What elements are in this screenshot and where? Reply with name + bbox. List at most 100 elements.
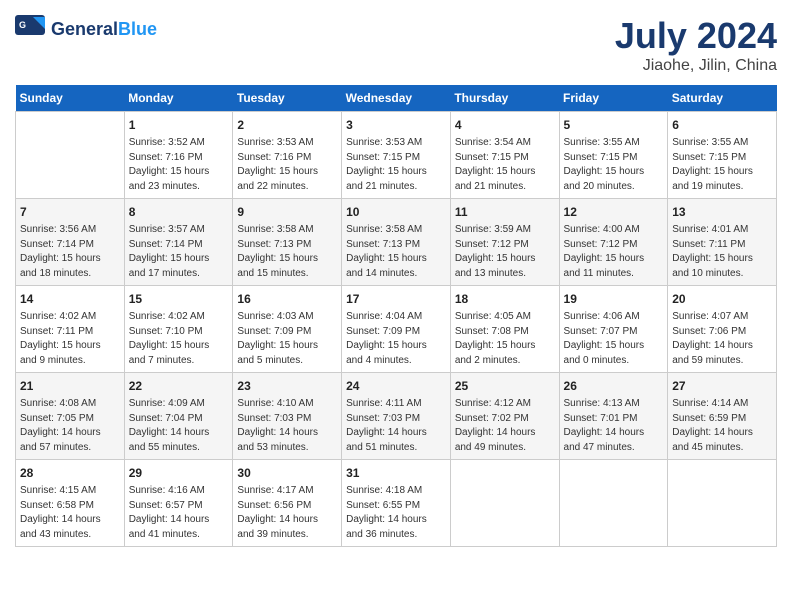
day-info: Sunrise: 4:17 AM Sunset: 6:56 PM Dayligh… (237, 484, 337, 542)
day-number: 23 (237, 377, 337, 395)
calendar-cell: 6Sunrise: 3:55 AM Sunset: 7:15 PM Daylig… (668, 112, 777, 199)
day-info: Sunrise: 3:53 AM Sunset: 7:15 PM Dayligh… (346, 136, 446, 194)
day-info: Sunrise: 4:12 AM Sunset: 7:02 PM Dayligh… (455, 397, 555, 455)
day-number: 18 (455, 290, 555, 308)
calendar-week-row: 21 Sunrise: 4:08 AM Sunset: 7:05 PM Dayli… (16, 373, 777, 460)
day-number: 21 (20, 377, 120, 395)
calendar-cell: 15Sunrise: 4:02 AM Sunset: 7:10 PM Dayli… (124, 286, 233, 373)
day-number: 31 (346, 464, 446, 482)
col-saturday: Saturday (668, 85, 777, 112)
day-info: Sunrise: 4:08 AM Sunset: 7:05 PM Dayligh… (20, 397, 120, 455)
day-number: 7 (20, 203, 120, 221)
calendar-cell: 9 Sunrise: 3:58 AM Sunset: 7:13 PM Daylig… (233, 199, 342, 286)
calendar-cell: 26 Sunrise: 4:13 AM Sunset: 7:01 PM Dayli… (559, 373, 668, 460)
col-thursday: Thursday (450, 85, 559, 112)
day-info: Sunrise: 4:07 AM Sunset: 7:06 PM Dayligh… (672, 310, 772, 368)
day-info: Sunrise: 4:15 AM Sunset: 6:58 PM Dayligh… (20, 484, 120, 542)
day-number: 14 (20, 290, 120, 308)
day-info: Sunrise: 4:18 AM Sunset: 6:55 PM Dayligh… (346, 484, 446, 542)
day-info: Sunrise: 4:05 AM Sunset: 7:08 PM Dayligh… (455, 310, 555, 368)
day-info: Sunrise: 3:54 AM Sunset: 7:15 PM Dayligh… (455, 136, 555, 194)
col-sunday: Sunday (16, 85, 125, 112)
calendar-cell: 25 Sunrise: 4:12 AM Sunset: 7:02 PM Dayli… (450, 373, 559, 460)
day-number: 3 (346, 116, 446, 134)
calendar-week-row: 1 Sunrise: 3:52 AM Sunset: 7:16 PM Daylig… (16, 112, 777, 199)
day-number: 26 (564, 377, 664, 395)
calendar-cell (668, 460, 777, 547)
calendar-cell: 28 Sunrise: 4:15 AM Sunset: 6:58 PM Dayli… (16, 460, 125, 547)
day-info: Sunrise: 4:00 AM Sunset: 7:12 PM Dayligh… (564, 223, 664, 281)
day-number: 11 (455, 203, 555, 221)
day-number: 8 (129, 203, 229, 221)
calendar-cell: 17 Sunrise: 4:04 AM Sunset: 7:09 PM Dayli… (342, 286, 451, 373)
day-info: Sunrise: 3:55 AM Sunset: 7:15 PM Dayligh… (564, 136, 664, 194)
day-number: 1 (129, 116, 229, 134)
calendar-cell (16, 112, 125, 199)
day-info: Sunrise: 3:53 AM Sunset: 7:16 PM Dayligh… (237, 136, 337, 194)
day-info: Sunrise: 4:11 AM Sunset: 7:03 PM Dayligh… (346, 397, 446, 455)
calendar-cell: 16 Sunrise: 4:03 AM Sunset: 7:09 PM Dayli… (233, 286, 342, 373)
calendar-cell: 18 Sunrise: 4:05 AM Sunset: 7:08 PM Dayli… (450, 286, 559, 373)
calendar-week-row: 14Sunrise: 4:02 AM Sunset: 7:11 PM Dayli… (16, 286, 777, 373)
day-number: 13 (672, 203, 772, 221)
calendar-cell: 8 Sunrise: 3:57 AM Sunset: 7:14 PM Daylig… (124, 199, 233, 286)
day-info: Sunrise: 4:10 AM Sunset: 7:03 PM Dayligh… (237, 397, 337, 455)
day-info: Sunrise: 3:56 AM Sunset: 7:14 PM Dayligh… (20, 223, 120, 281)
calendar-cell: 20 Sunrise: 4:07 AM Sunset: 7:06 PM Dayli… (668, 286, 777, 373)
day-info: Sunrise: 3:58 AM Sunset: 7:13 PM Dayligh… (237, 223, 337, 281)
day-info: Sunrise: 3:57 AM Sunset: 7:14 PM Dayligh… (129, 223, 229, 281)
calendar-cell: 1 Sunrise: 3:52 AM Sunset: 7:16 PM Daylig… (124, 112, 233, 199)
calendar-cell: 21 Sunrise: 4:08 AM Sunset: 7:05 PM Dayli… (16, 373, 125, 460)
calendar-cell: 2 Sunrise: 3:53 AM Sunset: 7:16 PM Daylig… (233, 112, 342, 199)
day-number: 17 (346, 290, 446, 308)
day-info: Sunrise: 4:01 AM Sunset: 7:11 PM Dayligh… (672, 223, 772, 281)
calendar-cell: 27Sunrise: 4:14 AM Sunset: 6:59 PM Dayli… (668, 373, 777, 460)
calendar-cell: 5Sunrise: 3:55 AM Sunset: 7:15 PM Daylig… (559, 112, 668, 199)
day-number: 27 (672, 377, 772, 395)
calendar-cell: 29Sunrise: 4:16 AM Sunset: 6:57 PM Dayli… (124, 460, 233, 547)
day-number: 9 (237, 203, 337, 221)
title-block: July 2024 Jiaohe, Jilin, China (615, 15, 777, 75)
day-info: Sunrise: 4:13 AM Sunset: 7:01 PM Dayligh… (564, 397, 664, 455)
calendar-cell: 14Sunrise: 4:02 AM Sunset: 7:11 PM Dayli… (16, 286, 125, 373)
day-info: Sunrise: 3:52 AM Sunset: 7:16 PM Dayligh… (129, 136, 229, 194)
calendar-cell: 24 Sunrise: 4:11 AM Sunset: 7:03 PM Dayli… (342, 373, 451, 460)
day-number: 25 (455, 377, 555, 395)
calendar-cell: 7 Sunrise: 3:56 AM Sunset: 7:14 PM Daylig… (16, 199, 125, 286)
day-info: Sunrise: 4:03 AM Sunset: 7:09 PM Dayligh… (237, 310, 337, 368)
col-tuesday: Tuesday (233, 85, 342, 112)
calendar-cell: 3 Sunrise: 3:53 AM Sunset: 7:15 PM Daylig… (342, 112, 451, 199)
calendar-cell: 30Sunrise: 4:17 AM Sunset: 6:56 PM Dayli… (233, 460, 342, 547)
day-number: 4 (455, 116, 555, 134)
day-info: Sunrise: 3:58 AM Sunset: 7:13 PM Dayligh… (346, 223, 446, 281)
calendar-cell: 31 Sunrise: 4:18 AM Sunset: 6:55 PM Dayli… (342, 460, 451, 547)
location: Jiaohe, Jilin, China (615, 57, 777, 75)
day-info: Sunrise: 4:04 AM Sunset: 7:09 PM Dayligh… (346, 310, 446, 368)
day-number: 16 (237, 290, 337, 308)
day-info: Sunrise: 4:02 AM Sunset: 7:10 PM Dayligh… (129, 310, 229, 368)
page-header: G GeneralBlue July 2024 Jiaohe, Jilin, C… (15, 15, 777, 75)
day-number: 19 (564, 290, 664, 308)
day-number: 20 (672, 290, 772, 308)
day-number: 28 (20, 464, 120, 482)
svg-text:G: G (19, 20, 26, 30)
day-number: 2 (237, 116, 337, 134)
day-number: 24 (346, 377, 446, 395)
day-number: 22 (129, 377, 229, 395)
day-info: Sunrise: 3:55 AM Sunset: 7:15 PM Dayligh… (672, 136, 772, 194)
col-wednesday: Wednesday (342, 85, 451, 112)
day-number: 12 (564, 203, 664, 221)
logo-blue: Blue (118, 19, 157, 39)
calendar-cell (450, 460, 559, 547)
day-number: 10 (346, 203, 446, 221)
calendar-cell: 4 Sunrise: 3:54 AM Sunset: 7:15 PM Daylig… (450, 112, 559, 199)
logo-general: General (51, 19, 118, 39)
calendar-cell: 12 Sunrise: 4:00 AM Sunset: 7:12 PM Dayli… (559, 199, 668, 286)
calendar-cell (559, 460, 668, 547)
calendar-cell: 23 Sunrise: 4:10 AM Sunset: 7:03 PM Dayli… (233, 373, 342, 460)
month-title: July 2024 (615, 15, 777, 57)
calendar-week-row: 28 Sunrise: 4:15 AM Sunset: 6:58 PM Dayli… (16, 460, 777, 547)
calendar-cell: 10 Sunrise: 3:58 AM Sunset: 7:13 PM Dayli… (342, 199, 451, 286)
day-number: 29 (129, 464, 229, 482)
logo: G GeneralBlue (15, 15, 157, 43)
